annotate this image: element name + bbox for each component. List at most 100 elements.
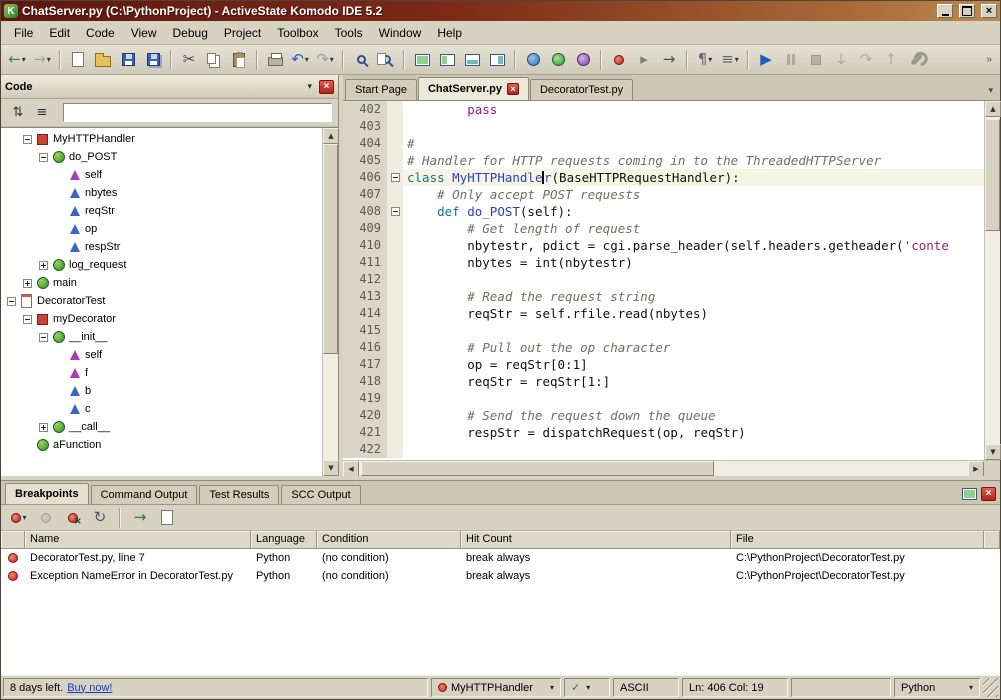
tab-test-results[interactable]: Test Results <box>199 485 279 504</box>
fold-margin[interactable] <box>387 152 403 169</box>
fold-margin[interactable] <box>387 271 403 288</box>
chevron-down-icon[interactable]: ▾ <box>550 683 554 692</box>
line-number[interactable]: 418 <box>343 373 387 390</box>
tree-item-op[interactable]: op <box>1 220 322 238</box>
run-command-button[interactable]: → <box>657 48 681 72</box>
code-line[interactable]: 419 <box>343 390 984 407</box>
column-picker-button[interactable] <box>984 531 1000 548</box>
fold-margin[interactable] <box>387 101 403 118</box>
show-right-pane-button[interactable] <box>485 48 509 72</box>
menu-item-help[interactable]: Help <box>430 23 469 43</box>
code-line[interactable]: 415 <box>343 322 984 339</box>
menu-item-file[interactable]: File <box>7 23 40 43</box>
fold-margin[interactable] <box>387 237 403 254</box>
tree-item-mydecorator[interactable]: myDecorator <box>1 310 322 328</box>
show-bottom-pane-button[interactable] <box>460 48 484 72</box>
line-number[interactable]: 403 <box>343 118 387 135</box>
breakpoint-row[interactable]: Exception NameError in DecoratorTest.pyP… <box>1 567 1000 585</box>
scroll-left-icon[interactable]: ◀ <box>343 461 359 477</box>
scroll-thumb[interactable] <box>361 461 714 476</box>
tree-item-self[interactable]: self <box>1 166 322 184</box>
word-wrap-button[interactable]: ≡▾ <box>718 48 742 72</box>
encoding-indicator[interactable]: ASCII <box>613 678 679 697</box>
menu-item-code[interactable]: Code <box>79 23 122 43</box>
line-number[interactable]: 422 <box>343 441 387 458</box>
collapse-toggle-icon[interactable] <box>23 135 32 144</box>
undo-button[interactable]: ↶▾ <box>288 48 312 72</box>
fold-margin[interactable] <box>387 373 403 390</box>
code-line[interactable]: 408 def do_POST(self): <box>343 203 984 220</box>
back-dropdown-icon[interactable]: ▾ <box>22 55 26 64</box>
scroll-track[interactable] <box>323 144 338 460</box>
line-number[interactable]: 413 <box>343 288 387 305</box>
fold-margin[interactable] <box>387 169 403 186</box>
buy-now-link[interactable]: Buy now! <box>67 682 112 694</box>
menu-item-project[interactable]: Project <box>217 23 268 43</box>
scroll-thumb[interactable] <box>985 119 1000 231</box>
panel-layout-icon[interactable] <box>962 488 977 500</box>
resize-grip[interactable] <box>983 678 998 697</box>
bottom-panel-close-button[interactable]: × <box>981 487 996 501</box>
collapse-toggle-icon[interactable] <box>7 297 16 306</box>
menu-item-debug[interactable]: Debug <box>166 23 215 43</box>
code-line[interactable]: 421 respStr = dispatchRequest(op, reqStr… <box>343 424 984 441</box>
line-number[interactable]: 410 <box>343 237 387 254</box>
tree-item-myhttphandler[interactable]: MyHTTPHandler <box>1 130 322 148</box>
tree-item-c[interactable]: c <box>1 400 322 418</box>
code-line[interactable]: 413 # Read the request string <box>343 288 984 305</box>
menu-item-window[interactable]: Window <box>372 23 429 43</box>
view-options-button[interactable]: ≡ <box>31 103 53 123</box>
fold-margin[interactable] <box>387 322 403 339</box>
code-line[interactable]: 405# Handler for HTTP requests coming in… <box>343 152 984 169</box>
tab-chatserver-py[interactable]: ChatServer.py× <box>418 77 529 100</box>
tree-item-decoratortest[interactable]: DecoratorTest <box>1 292 322 310</box>
line-number[interactable]: 421 <box>343 424 387 441</box>
syntax-check-status[interactable]: ✓ ▾ <box>564 678 610 697</box>
code-line[interactable]: 409 # Get length of request <box>343 220 984 237</box>
line-number[interactable]: 420 <box>343 407 387 424</box>
language-selector[interactable]: Python ▾ <box>894 678 980 697</box>
line-number[interactable]: 415 <box>343 322 387 339</box>
minimize-button[interactable] <box>937 4 953 18</box>
code-line[interactable]: 417 op = reqStr[0:1] <box>343 356 984 373</box>
refresh-breakpoints-button[interactable]: ↻ <box>88 506 112 530</box>
line-number[interactable]: 416 <box>343 339 387 356</box>
fold-margin[interactable] <box>387 254 403 271</box>
tree-item-self[interactable]: self <box>1 346 322 364</box>
expand-toggle-icon[interactable] <box>39 423 48 432</box>
fold-margin[interactable] <box>387 390 403 407</box>
chevron-down-icon[interactable]: ▾ <box>969 683 973 692</box>
expand-toggle-icon[interactable] <box>39 261 48 270</box>
tree-item-main[interactable]: main <box>1 274 322 292</box>
fold-margin[interactable] <box>387 305 403 322</box>
scroll-down-icon[interactable]: ▼ <box>985 444 1001 460</box>
column-header-name[interactable]: Name <box>25 531 251 548</box>
cut-button[interactable]: ✂ <box>177 48 201 72</box>
column-header-condition[interactable]: Condition <box>317 531 461 548</box>
collapse-toggle-icon[interactable] <box>23 315 32 324</box>
code-line[interactable]: 422 <box>343 441 984 458</box>
tree-item-f[interactable]: f <box>1 364 322 382</box>
new-breakpoint-button[interactable]: ▾ <box>7 506 31 530</box>
column-header-hit-count[interactable]: Hit Count <box>461 531 731 548</box>
tab-breakpoints[interactable]: Breakpoints <box>5 483 89 504</box>
tab-scc-output[interactable]: SCC Output <box>281 485 360 504</box>
maximize-button[interactable] <box>959 4 975 18</box>
chevron-down-icon[interactable]: ▾ <box>586 683 590 692</box>
redo-dropdown-icon[interactable]: ▾ <box>330 55 334 64</box>
title-bar[interactable]: K ChatServer.py (C:\PythonProject) - Act… <box>1 1 1000 21</box>
word-wrap-dropdown-icon[interactable]: ▾ <box>735 55 739 64</box>
menu-item-view[interactable]: View <box>124 23 164 43</box>
editor-horizontal-scrollbar[interactable]: ◀ ▶ <box>343 460 1000 476</box>
code-line[interactable]: 411 nbytes = int(nbytestr) <box>343 254 984 271</box>
save-all-button[interactable] <box>141 48 165 72</box>
scroll-down-icon[interactable]: ▼ <box>323 460 339 476</box>
code-editor[interactable]: 402 pass403404#405# Handler for HTTP req… <box>343 101 984 460</box>
line-number[interactable]: 407 <box>343 186 387 203</box>
fold-margin[interactable] <box>387 424 403 441</box>
column-header-language[interactable]: Language <box>251 531 317 548</box>
scope-selector[interactable]: MyHTTPHandler ▾ <box>431 678 561 697</box>
breakpoint-row[interactable]: DecoratorTest.py, line 7Python(no condit… <box>1 549 1000 567</box>
tree-item-b[interactable]: b <box>1 382 322 400</box>
panel-menu-icon[interactable]: ▾ <box>304 81 315 92</box>
